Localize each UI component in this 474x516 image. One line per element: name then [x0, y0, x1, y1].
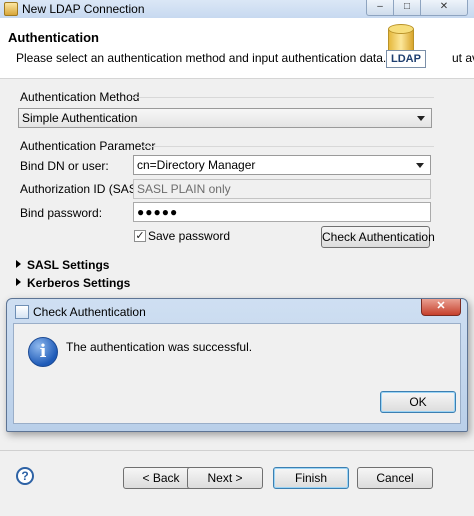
auth-method-select[interactable]: Simple Authentication [18, 108, 432, 128]
window-titlebar[interactable]: New LDAP Connection – □ ✕ [0, 0, 474, 19]
save-password-checkbox[interactable]: ✓ [134, 230, 146, 242]
page-title: Authentication [8, 30, 99, 45]
auth-param-group-label: Authentication Parameter [20, 139, 156, 153]
bind-dn-combo[interactable]: cn=Directory Manager [133, 155, 431, 175]
minimize-button[interactable]: – [366, 0, 394, 16]
dialog-message: The authentication was successful. [66, 340, 253, 354]
auth-method-selected: Simple Authentication [22, 111, 138, 125]
bind-dn-label: Bind DN or user: [20, 159, 109, 173]
authz-id-label: Authorization ID (SASL): [20, 182, 151, 196]
save-password-label: Save password [148, 229, 231, 243]
ldap-connection-window: New LDAP Connection – □ ✕ Authentication… [0, 0, 474, 516]
kerberos-settings-label: Kerberos Settings [27, 276, 131, 290]
auth-method-group-label: Authentication Method [20, 90, 140, 104]
ok-button[interactable]: OK [380, 391, 456, 413]
truncated-text: ut ava [452, 51, 474, 65]
expand-triangle-icon [16, 260, 21, 268]
finish-button[interactable]: Finish [273, 467, 349, 489]
check-authentication-dialog: Check Authentication ✕ i The authenticat… [6, 298, 468, 432]
checkmark-icon: ✓ [135, 230, 145, 242]
bind-password-label: Bind password: [20, 206, 103, 220]
next-button[interactable]: Next > [187, 467, 263, 489]
page-description: Please select an authentication method a… [16, 51, 387, 65]
dialog-title: Check Authentication [33, 305, 146, 319]
dialog-close-button[interactable]: ✕ [421, 299, 461, 316]
bind-password-input[interactable]: ●●●●● [133, 202, 431, 222]
group-divider [142, 146, 434, 147]
window-title: New LDAP Connection [22, 2, 145, 16]
database-cylinder-top [388, 24, 414, 34]
cancel-button[interactable]: Cancel [357, 467, 433, 489]
window-app-icon [4, 2, 18, 16]
kerberos-settings-expander[interactable]: Kerberos Settings [16, 276, 130, 290]
authz-id-input: SASL PLAIN only [133, 179, 431, 199]
sasl-settings-label: SASL Settings [27, 258, 110, 272]
expand-triangle-icon [16, 278, 21, 286]
chevron-down-icon [416, 163, 424, 168]
bind-dn-value: cn=Directory Manager [137, 158, 256, 172]
dialog-app-icon [15, 305, 29, 319]
footer-divider [0, 450, 474, 451]
maximize-button[interactable]: □ [393, 0, 421, 16]
check-authentication-button[interactable]: Check Authentication [321, 226, 435, 248]
sasl-settings-expander[interactable]: SASL Settings [16, 258, 109, 272]
dialog-body: i The authentication was successful. OK [13, 323, 461, 424]
ldap-icon-label: LDAP [386, 50, 426, 68]
close-icon: ✕ [436, 300, 446, 312]
group-divider [132, 97, 434, 98]
help-icon[interactable]: ? [16, 467, 34, 485]
window-close-button[interactable]: ✕ [420, 0, 468, 16]
ldap-icon: LDAP [380, 24, 432, 72]
info-icon: i [28, 337, 58, 367]
chevron-down-icon [417, 116, 425, 121]
